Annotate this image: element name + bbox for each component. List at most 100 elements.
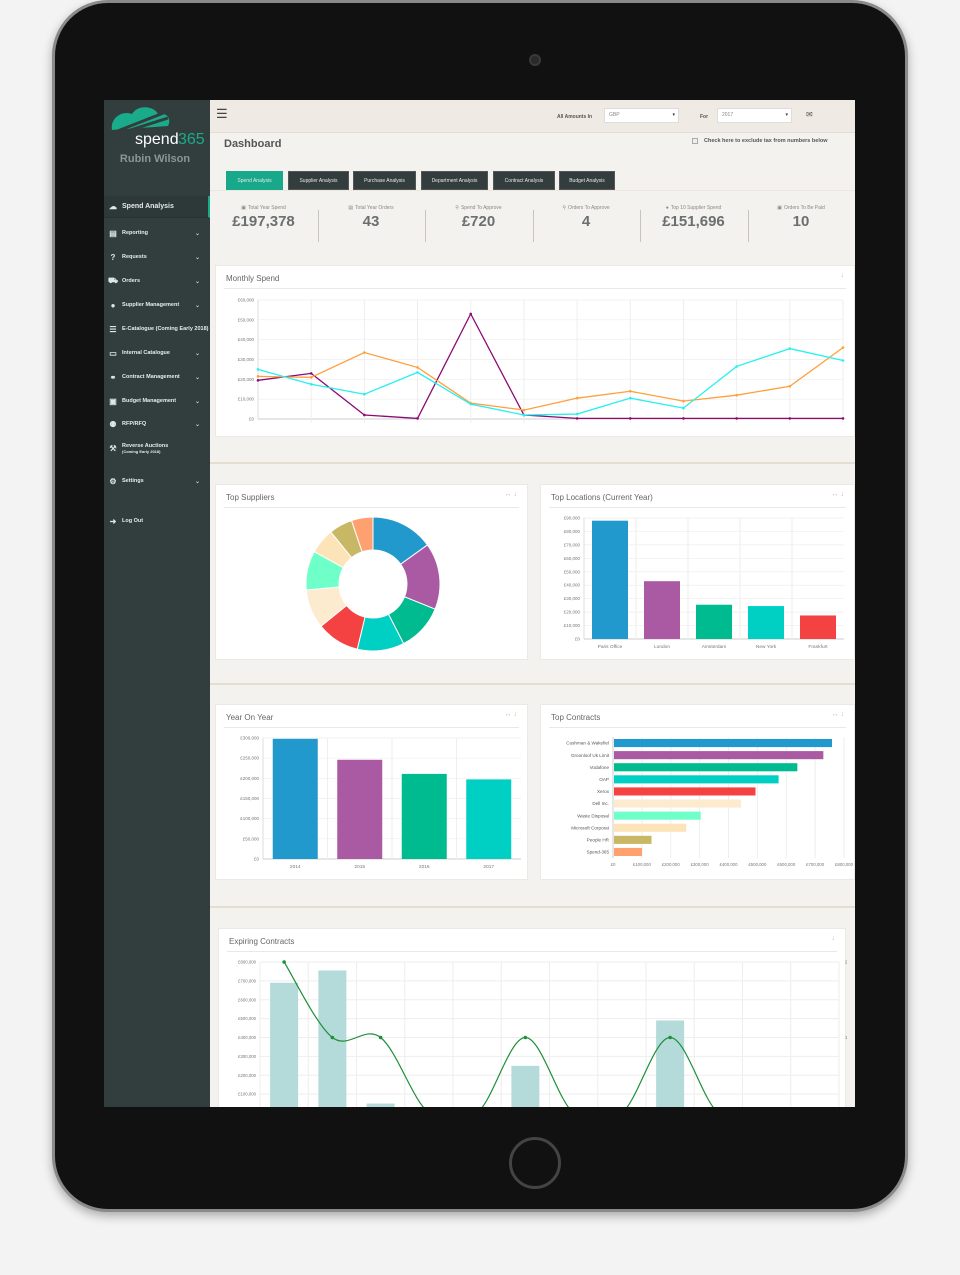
cart-icon: ⛟ <box>108 276 119 285</box>
currency-select[interactable]: GBP ▾ <box>604 108 679 123</box>
data-point <box>628 396 632 400</box>
expiring-contracts-panel: Expiring Contracts ↓ £100,000 £200,000 £30… <box>218 928 847 1107</box>
year-select[interactable]: 2017 ▾ <box>717 108 792 123</box>
tab-contract-analysis[interactable]: Contract Analysis <box>493 171 555 190</box>
y-tick-label: £50,000 <box>243 836 260 841</box>
stat-label-text: Top 10 Supplier Spend <box>670 205 722 211</box>
home-button[interactable] <box>509 1137 561 1189</box>
sidebar-item-reverse-auctions[interactable]: ⚒ Reverse Auctions (Coming Early 2018) <box>104 437 210 459</box>
tab-department-analysis[interactable]: Department Analysis <box>421 171 488 190</box>
category-label: Dell Inc. <box>592 801 609 806</box>
top-contracts-panel: Top Contracts ↔ ↓ £0 £100,000 £200,000 £300… <box>540 704 855 880</box>
top-suppliers-panel: Top Suppliers ↔ ↓ <box>215 484 528 660</box>
sidebar-item-spend-analysis[interactable]: ☁ Spend Analysis <box>104 196 210 218</box>
y-tick-label: £40,000 <box>238 337 255 342</box>
bar <box>511 1065 540 1107</box>
exclude-tax-checkbox[interactable]: Check here to exclude tax from numbers b… <box>692 138 827 144</box>
checkbox[interactable] <box>692 138 698 144</box>
currency-value: GBP <box>609 112 620 118</box>
sidebar-item-orders[interactable]: ⛟ Orders ⌄ <box>104 270 210 292</box>
tab-budget-analysis[interactable]: Budget Analysis <box>559 171 615 190</box>
data-point <box>575 412 579 416</box>
stat-total-year-orders: ▤ Total Year Orders 43 <box>318 205 425 230</box>
stat-label-text: Orders To Be Paid <box>783 205 825 211</box>
stat-value: £197,378 <box>232 213 295 230</box>
sidebar-item-text: Contract Management <box>122 374 180 380</box>
sidebar-item-supplier-management[interactable]: ● Supplier Management ⌄ <box>104 294 210 316</box>
data-point <box>788 347 792 350</box>
bar <box>614 823 687 832</box>
sidebar-item-contract-management[interactable]: ⚭ Contract Management ⌄ <box>104 366 210 388</box>
y-tick-label: £500,000 <box>238 1016 257 1021</box>
svg-text:spend: spend <box>135 131 179 148</box>
monthly-spend-panel: Monthly Spend ↓ £0 £10,000 £20,000 £30,000 £… <box>215 265 855 437</box>
y-tick-label: £30,000 <box>564 596 581 601</box>
envelope-icon[interactable]: ✉ <box>806 110 813 119</box>
sidebar-item-e-catalogue-coming-early-2018[interactable]: ☰ E-Catalogue (Coming Early 2018) <box>104 318 210 340</box>
caret-down-icon: ▾ <box>672 112 675 118</box>
money-icon: ▣ <box>109 396 117 406</box>
stat-divider <box>747 210 749 242</box>
data-point <box>682 417 685 420</box>
sidebar-item-text: Internal Catalogue <box>122 350 170 356</box>
tabs-divider <box>210 190 855 191</box>
y-tick-label: £20,000 <box>238 377 255 382</box>
stat-label: ⚲ Orders To Approve <box>533 205 640 211</box>
bar <box>614 787 756 796</box>
caret-down-icon: ▾ <box>785 112 788 118</box>
stat-orders-to-approve: ⚲ Orders To Approve 4 <box>533 205 640 230</box>
bar <box>644 581 680 639</box>
x-tick-label: £700,000 <box>806 862 825 867</box>
sidebar-item-rfp-rfq[interactable]: ⚉ RFP/RFQ ⌄ <box>104 413 210 435</box>
top-header: ☰ All Amounts In GBP ▾ For 2017 ▾ ✉ <box>210 100 855 133</box>
sidebar-item-text: Orders <box>122 278 140 284</box>
tab-spend-analysis[interactable]: Spend Analysis <box>226 171 283 190</box>
data-point <box>735 393 738 397</box>
user-name: Rubin Wilson <box>119 153 191 165</box>
sidebar-item-reporting[interactable]: ▤ Reporting ⌄ <box>104 222 210 244</box>
bar <box>366 1103 395 1107</box>
camera <box>529 54 541 66</box>
category-label: Microsoft Corporat <box>571 825 610 830</box>
tab-purchase-analysis[interactable]: Purchase Analysis <box>353 171 416 190</box>
y-tick-label: £80,000 <box>564 529 581 534</box>
bar <box>614 847 643 856</box>
search-icon: ⚲ <box>562 205 567 211</box>
data-point <box>256 375 260 378</box>
sidebar-item-label: Log Out <box>122 518 144 524</box>
x-tick-label: 2017 <box>483 864 494 870</box>
tab-supplier-analysis[interactable]: Supplier Analysis <box>288 171 349 190</box>
sidebar-item-requests[interactable]: ? Requests ⌄ <box>104 246 210 268</box>
y-tick-label: £700,000 <box>238 978 257 983</box>
sidebar-item-log-out[interactable]: ➜ Log Out <box>104 510 210 532</box>
user-icon: ● <box>110 300 116 310</box>
y-tick-label: £50,000 <box>238 317 255 322</box>
sidebar-item-budget-management[interactable]: ▣ Budget Management ⌄ <box>104 390 210 412</box>
year-value: 2017 <box>722 112 734 118</box>
section-divider <box>210 462 855 464</box>
data-point <box>682 406 685 410</box>
series-line-0 <box>257 312 843 420</box>
document-icon: ▤ <box>109 228 117 238</box>
user-icon: ● <box>665 205 669 211</box>
bar <box>614 739 833 748</box>
bar <box>800 615 836 639</box>
stat-label: ▤ Total Year Orders <box>318 205 425 211</box>
stat-divider <box>425 210 426 242</box>
sidebar-item-internal-catalogue[interactable]: ▭ Internal Catalogue ⌄ <box>104 342 210 364</box>
x-tick-label: London <box>654 644 670 650</box>
data-point <box>469 402 473 406</box>
stat-spend-to-approve: ⚲ Spend To Approve £720 <box>425 205 532 230</box>
y-tick-label: £200,000 <box>238 1073 257 1078</box>
monthly-spend-chart: £0 £10,000 £20,000 £30,000 £40,000 £50,000 £60… <box>238 298 845 423</box>
sidebar-item-text: Supplier Management <box>122 302 179 308</box>
sidebar-item-label: Requests <box>122 254 147 260</box>
data-point <box>309 382 313 386</box>
y-tick-label: £400,000 <box>238 1035 257 1040</box>
data-point <box>416 371 419 374</box>
for-label: For <box>700 114 709 120</box>
hamburger-icon[interactable]: ☰ <box>216 106 228 122</box>
sidebar-item-settings[interactable]: ⚙ Settings ⌄ <box>104 470 210 492</box>
data-point <box>841 346 845 349</box>
stat-divider <box>532 210 534 242</box>
